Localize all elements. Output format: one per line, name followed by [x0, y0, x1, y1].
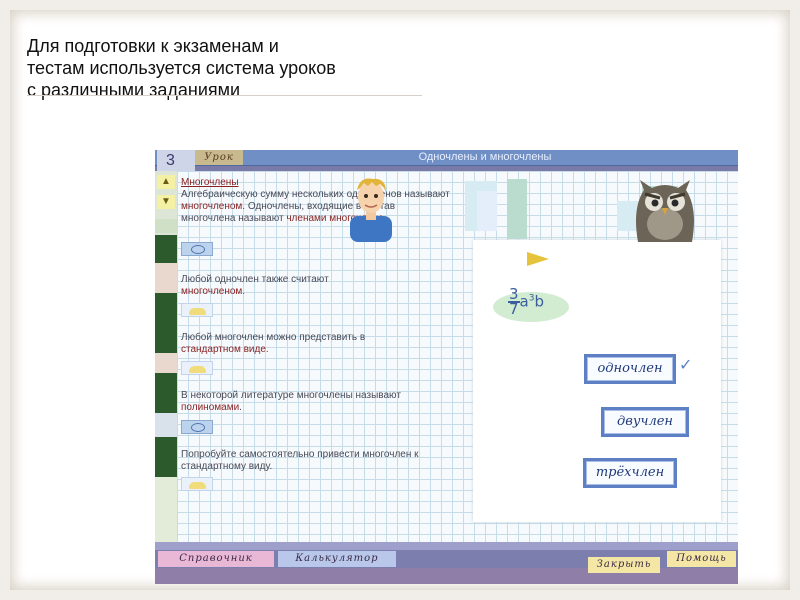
hint-cloud-icon[interactable]: [181, 361, 213, 375]
paragraph-text: .: [239, 402, 242, 413]
paragraph-text: В некоторой литературе многочлены называ…: [181, 390, 401, 401]
decor-tile: [507, 179, 527, 239]
triangle-down-icon[interactable]: ▼: [157, 195, 175, 209]
formula-variable: b: [534, 292, 545, 311]
exercise-card: 3 7 a3b одночлен ✓ двучлен трёхчлен: [473, 240, 721, 522]
monomial-formula[interactable]: 3 7 a3b: [508, 287, 545, 318]
paragraph-text: Любой многочлен можно представить в: [181, 332, 366, 343]
term-link[interactable]: стандартном виде: [181, 344, 266, 355]
nav-stripe: [155, 293, 177, 353]
triangle-up-icon[interactable]: ▲: [157, 175, 175, 189]
nav-stripe: [155, 263, 177, 293]
formula-denominator: 7: [509, 300, 519, 318]
decor-tile: [477, 191, 497, 231]
nav-stripe: [155, 477, 177, 542]
paragraph-text: Попробуйте самостоятельно привести много…: [181, 449, 419, 472]
paragraph-text: .: [265, 344, 269, 355]
answer-binomial-button[interactable]: двучлен: [601, 407, 689, 437]
answer-trinomial-button[interactable]: трёхчлен: [583, 458, 677, 488]
paragraph-polynomial: В некоторой литературе многочлены называ…: [181, 390, 451, 414]
reference-button[interactable]: Справочник: [158, 551, 274, 567]
bottom-toolbar: Справочник Калькулятор Закрыть Помощь: [155, 542, 738, 584]
nav-stripe: [155, 219, 177, 233]
paragraph-text: Алгебраическую сумму нескольких одночлен…: [181, 189, 450, 200]
help-button[interactable]: Помощь: [667, 551, 736, 567]
close-button[interactable]: Закрыть: [588, 557, 660, 573]
caption-line: Для подготовки к экзаменам и: [27, 36, 279, 56]
nav-stripe: [155, 353, 177, 373]
hint-cloud-icon[interactable]: [181, 477, 213, 491]
paragraph-standard: Любой многочлен можно представить в стан…: [181, 332, 451, 356]
caption-divider: [27, 95, 422, 96]
paragraph-definition: Многочлены Алгебраическую сумму нескольк…: [181, 177, 451, 225]
paragraph-monomial: Любой одночлен также считают многочленом…: [181, 274, 451, 298]
paragraph-text: .: [242, 286, 246, 297]
term-link[interactable]: полиномами: [181, 402, 239, 413]
term-link[interactable]: многочленом: [181, 201, 242, 212]
caption-line: тестам используется система уроков: [27, 58, 336, 78]
eye-icon[interactable]: [181, 420, 213, 434]
hint-cloud-icon[interactable]: [181, 303, 213, 317]
nav-stripe: [155, 437, 177, 477]
formula-fraction: 3 7: [508, 287, 520, 318]
caption-line: с различными заданиями: [27, 80, 241, 100]
nav-stripe: [155, 413, 177, 437]
section-heading[interactable]: Многочлены: [181, 177, 239, 188]
lesson-tag: Урок: [195, 150, 243, 165]
play-icon[interactable]: [527, 252, 549, 266]
calculator-button[interactable]: Калькулятор: [278, 551, 396, 567]
term-link[interactable]: многочленом: [181, 286, 242, 297]
eye-icon[interactable]: [181, 242, 213, 256]
nav-stripe: [155, 235, 177, 263]
slide-caption: Для подготовки к экзаменам и тестам испо…: [27, 35, 447, 101]
toolbar-strip: [155, 542, 738, 550]
answer-monomial-button[interactable]: одночлен: [584, 354, 676, 384]
left-navigation: ▲ ▼: [155, 171, 177, 542]
title-bar: Урок Одночлены и многочлены: [155, 150, 738, 166]
owl-character-icon: [636, 180, 694, 242]
boy-character-icon: [350, 178, 392, 242]
paragraph-text: Любой одночлен также считают: [181, 274, 329, 285]
paragraph-task: Попробуйте самостоятельно привести много…: [181, 449, 451, 473]
checkmark-icon: ✓: [679, 357, 693, 374]
lesson-number: 3: [157, 150, 195, 171]
nav-stripe: [155, 373, 177, 413]
formula-variable: a: [519, 292, 529, 311]
lesson-title: Одночлены и многочлены: [418, 151, 552, 163]
